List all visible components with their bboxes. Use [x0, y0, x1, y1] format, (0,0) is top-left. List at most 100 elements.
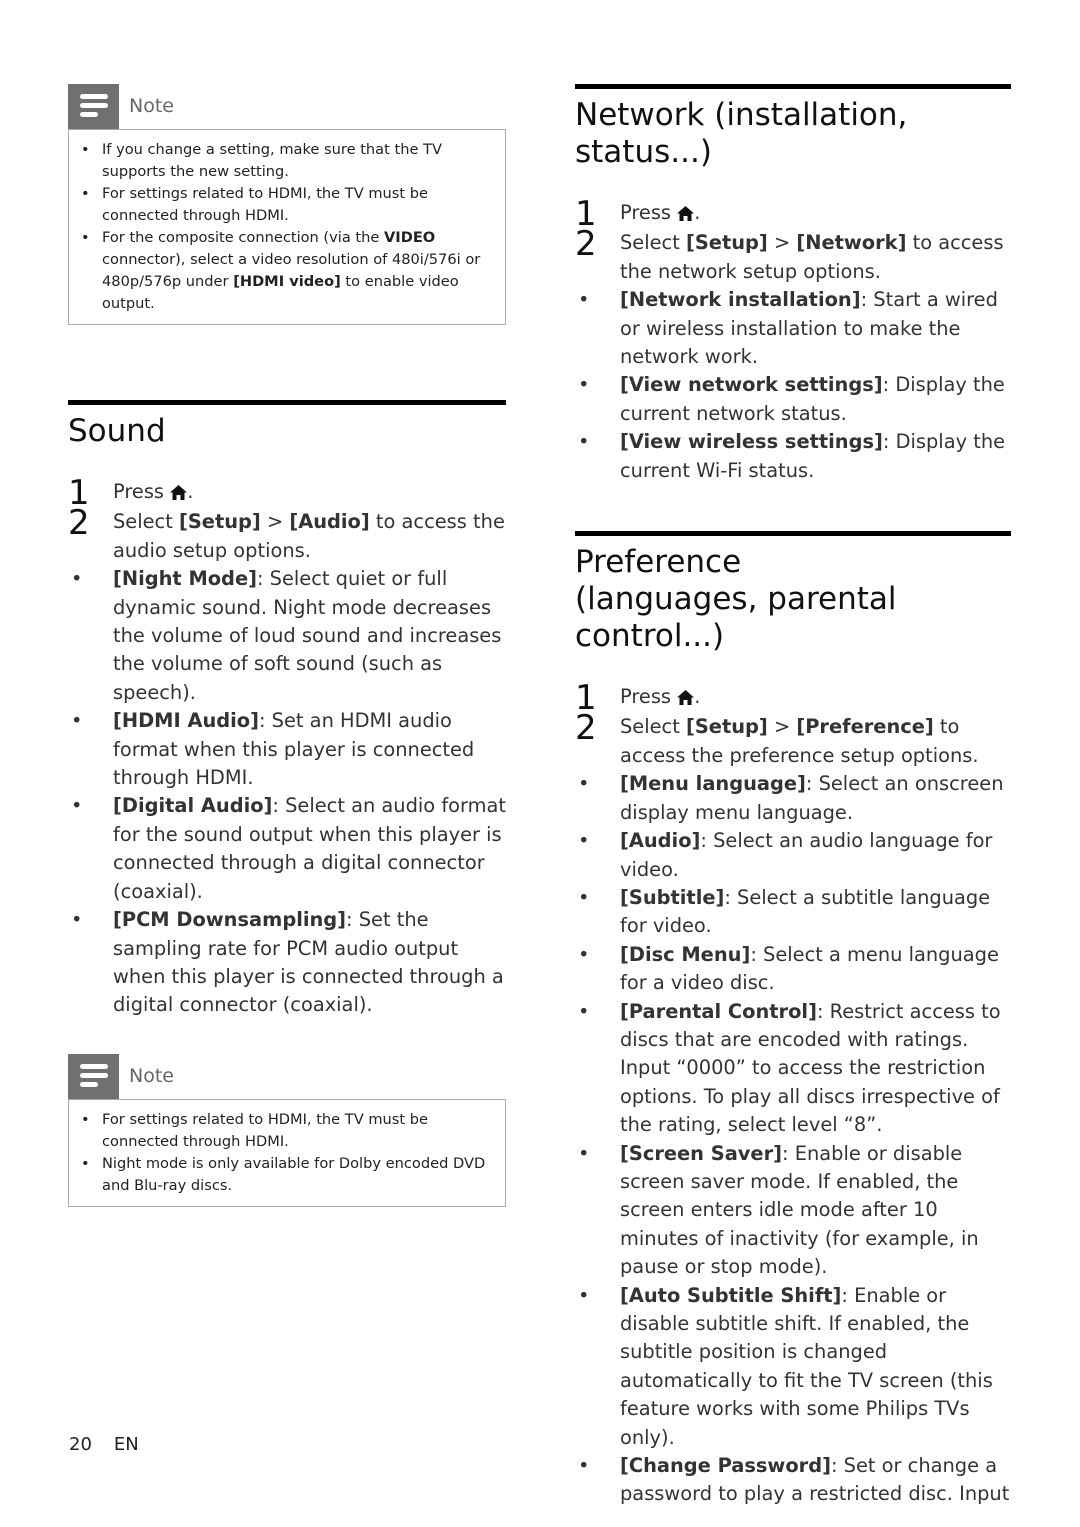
text-run: Select — [620, 231, 686, 255]
text-run: For settings related to HDMI, the TV mus… — [102, 185, 429, 224]
option-term: [Parental Control] — [620, 999, 817, 1023]
text-run: For the composite connection (via the — [102, 229, 384, 246]
option-term: [Network installation] — [620, 288, 861, 312]
note-header: Note — [68, 1053, 506, 1099]
option-list: • [Menu language]: Select an onscreen dis… — [575, 770, 1011, 1509]
step-item: 1 Press . — [575, 681, 1011, 715]
note-title: Note — [129, 1064, 174, 1087]
option-item: • [Disc Menu]: Select a menu language for… — [575, 941, 1011, 998]
bullet-icon: • — [71, 567, 83, 591]
step-text: Select [Setup] > [Audio] to access the a… — [113, 508, 506, 565]
emphasis-text: VIDEO — [384, 229, 436, 246]
option-list: • [Network installation]: Start a wired o… — [575, 286, 1011, 485]
emphasis-text: [Network] — [796, 231, 907, 255]
option-item: • [HDMI Audio]: Set an HDMI audio format … — [68, 707, 506, 792]
option-text: [Digital Audio]: Select an audio format … — [113, 792, 506, 906]
bullet-icon: • — [71, 908, 83, 932]
option-term: [Subtitle] — [620, 885, 725, 909]
note-item: For settings related to HDMI, the TV mus… — [81, 1109, 491, 1153]
step-text: Press . — [113, 478, 506, 508]
option-term: [Menu language] — [620, 772, 806, 796]
emphasis-text: [Setup] — [685, 715, 768, 739]
step-number: 2 — [68, 503, 90, 544]
home-icon — [677, 685, 695, 713]
note-body: For settings related to HDMI, the TV mus… — [68, 1098, 506, 1207]
text-run: Press — [620, 685, 678, 709]
section-rule — [575, 531, 1011, 537]
section-rule — [68, 400, 506, 405]
option-item: • [Change Password]: Set or change a pass… — [575, 1452, 1011, 1509]
note-title: Note — [129, 95, 174, 117]
home-icon — [170, 480, 188, 508]
text-run: Select — [620, 715, 686, 739]
option-term: [Audio] — [620, 829, 701, 853]
left-column: Note If you change a setting, make sure … — [68, 84, 506, 1207]
bullet-icon: • — [578, 1141, 590, 1165]
option-item: • [PCM Downsampling]: Set the sampling ra… — [68, 906, 506, 1020]
text-run: Press — [113, 480, 171, 503]
page-number: 20 — [69, 1434, 92, 1455]
option-term: [View network settings] — [620, 373, 883, 397]
text-run: > — [767, 715, 797, 739]
text-run: . — [694, 201, 701, 224]
bullet-icon: • — [578, 430, 590, 454]
note-icon — [68, 1053, 119, 1099]
emphasis-text: [Preference] — [796, 715, 934, 739]
bullet-icon: • — [71, 709, 83, 733]
option-text: [View wireless settings]: Display the cu… — [620, 428, 1011, 485]
step-text: Press . — [620, 683, 1011, 713]
section-network: Network (installation, status...) 1 Press… — [575, 84, 1011, 485]
step-item: 1 Press . — [68, 476, 506, 510]
option-text: [Parental Control]: Restrict access to d… — [620, 998, 1011, 1140]
text-run: If you change a setting, make sure that … — [102, 141, 442, 180]
emphasis-text: [Audio] — [289, 510, 370, 534]
step-number: 2 — [575, 708, 597, 749]
option-text: [PCM Downsampling]: Set the sampling rat… — [113, 906, 506, 1020]
option-item: • [Digital Audio]: Select an audio format… — [68, 792, 506, 906]
step-number: 2 — [575, 224, 597, 265]
option-text: [Subtitle]: Select a subtitle language f… — [620, 884, 1011, 941]
step-list: 1 Press . 2 Select [Setup] > [Network] to a… — [575, 197, 1011, 286]
option-text: [Audio]: Select an audio language for vi… — [620, 827, 1011, 884]
option-term: [Auto Subtitle Shift] — [620, 1283, 842, 1307]
option-item: • [Audio]: Select an audio language for v… — [575, 827, 1011, 884]
option-item: • [Screen Saver]: Enable or disable scree… — [575, 1140, 1011, 1282]
bullet-icon: • — [578, 772, 590, 796]
page-footer: 20 EN — [69, 1434, 139, 1455]
language-code: EN — [113, 1434, 139, 1455]
note-item: For the composite connection (via the VI… — [81, 227, 491, 315]
text-run: Select — [113, 510, 179, 534]
emphasis-text: [Setup] — [685, 231, 768, 255]
option-text: [Night Mode]: Select quiet or full dynam… — [113, 565, 506, 707]
text-run: . — [187, 480, 194, 503]
option-text: [Menu language]: Select an onscreen disp… — [620, 770, 1011, 827]
option-item: • [Menu language]: Select an onscreen dis… — [575, 770, 1011, 827]
text-run: Press — [620, 201, 678, 224]
step-list: 1 Press . 2 Select [Setup] > [Preference] t… — [575, 681, 1011, 770]
bullet-icon: • — [578, 1454, 590, 1478]
option-term: [Night Mode] — [113, 567, 257, 591]
note-item: If you change a setting, make sure that … — [81, 139, 491, 183]
note-box: Note If you change a setting, make sure … — [68, 84, 506, 325]
bullet-icon: • — [578, 829, 590, 853]
option-item: • [Parental Control]: Restrict access to … — [575, 998, 1011, 1140]
step-text: Press . — [620, 199, 1011, 229]
section-title: Preference (languages, parental control.… — [575, 544, 897, 655]
option-item: • [View wireless settings]: Display the c… — [575, 428, 1011, 485]
note-item: For settings related to HDMI, the TV mus… — [81, 183, 491, 227]
section-rule — [575, 84, 1011, 89]
option-term: [Screen Saver] — [620, 1141, 783, 1165]
home-icon — [677, 201, 695, 229]
step-item: 2 Select [Setup] > [Network] to access th… — [575, 224, 1011, 286]
note-body: If you change a setting, make sure that … — [68, 129, 506, 325]
note-icon — [68, 84, 119, 129]
right-column: Network (installation, status...) 1 Press… — [575, 84, 1011, 1509]
section-title: Sound — [68, 413, 166, 449]
text-run: > — [767, 231, 797, 255]
section-preference: Preference (languages, parental control.… — [575, 531, 1011, 1509]
option-term: [HDMI Audio] — [113, 709, 259, 733]
option-description: : Enable or disable subtitle shift. If e… — [620, 1283, 993, 1449]
step-text: Select [Setup] > [Preference] to access … — [620, 713, 1011, 770]
option-term: [Change Password] — [620, 1454, 831, 1478]
text-run: . — [694, 685, 701, 709]
